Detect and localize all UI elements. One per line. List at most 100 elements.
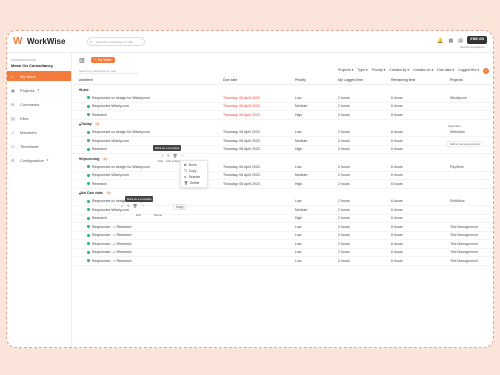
workitem-cell[interactable]: Responsive --> Research bbox=[73, 250, 223, 254]
status-dot-icon bbox=[87, 173, 90, 177]
sidebar-item-label: Comments bbox=[20, 101, 40, 107]
sidebar-item-timesheet[interactable]: ◷ Timesheet bbox=[7, 141, 71, 151]
workitem-cell[interactable]: Responsive ux design for Wisely.com bbox=[73, 96, 223, 100]
table-row[interactable]: Responsive --> Research Low 2 hours 6 hours… bbox=[73, 257, 493, 266]
board-icon[interactable]: ▥ bbox=[79, 57, 85, 64]
workitem-cell[interactable]: Research bbox=[73, 216, 223, 220]
table-row[interactable]: Responsive --> Research Low 2 hours 6 hours… bbox=[73, 240, 493, 249]
calendar-icon[interactable]: ▤ bbox=[458, 38, 463, 44]
workitem-cell[interactable]: Responsive Wisely.com bbox=[73, 208, 223, 212]
filter-due-date[interactable]: Due date ▾ bbox=[437, 68, 454, 74]
workitem-title: Responsive Wisely.com bbox=[92, 138, 129, 143]
filter-created-on[interactable]: Created on ▾ bbox=[413, 68, 433, 74]
col-due-date[interactable]: Due date bbox=[223, 78, 295, 82]
table-row[interactable]: Research Thursday, 06 April 2023 High 2 hou… bbox=[73, 146, 493, 154]
remaining-time-cell: 6 hours bbox=[391, 95, 403, 100]
group-name: Late bbox=[80, 87, 89, 92]
copy-button[interactable]: Copy bbox=[173, 204, 187, 210]
global-search-input[interactable]: ⌕ Search by workwise id / title bbox=[87, 37, 145, 46]
add-column-icon[interactable]: + bbox=[483, 68, 489, 74]
sidebar-item-my-work[interactable]: ⌂ My Work bbox=[7, 71, 71, 81]
sidebar-item-label: My Work bbox=[20, 73, 36, 79]
grid-apps-icon[interactable]: ▦ bbox=[449, 38, 454, 44]
remaining-time-cell: 6 hours bbox=[391, 181, 403, 186]
workitem-cell[interactable]: Responsive ux design for Wisely.com bbox=[73, 130, 223, 134]
workitem-cell[interactable]: Responsive --> Research bbox=[73, 225, 223, 229]
logged-time-cell: 2 hours bbox=[338, 181, 350, 186]
remaining-time-cell: 6 hours bbox=[391, 224, 403, 229]
context-menu: ⇄ Move ❐ Copy ⇅ Reorder 🗑 Delete bbox=[180, 160, 208, 188]
workitem-cell[interactable]: Research bbox=[73, 113, 223, 117]
col-remaining[interactable]: Remaining time bbox=[391, 78, 450, 82]
workitem-cell[interactable]: Research bbox=[73, 147, 223, 151]
workitem-cell[interactable]: Responsive Wisely.com bbox=[73, 104, 223, 108]
filter-search-input[interactable]: Search by workwise id / title bbox=[79, 69, 139, 74]
logged-time-cell: 2 hours bbox=[338, 207, 350, 212]
col-projects[interactable]: Projects bbox=[450, 78, 490, 82]
table-row[interactable]: Responsive ux design for Wisely.com Thurs… bbox=[73, 129, 493, 137]
remaining-time-cell: 6 hours bbox=[391, 173, 403, 178]
filter-priority[interactable]: Priority ▾ bbox=[372, 68, 386, 74]
row-action-icons-2: ✓ ✎ 🗑 ⋯ bbox=[121, 204, 144, 208]
trash-icon[interactable]: 🗑 bbox=[173, 154, 177, 158]
filter-logged-hrs[interactable]: Logged Hrs ▾ bbox=[458, 68, 479, 74]
remaining-time-cell: 6 hours bbox=[391, 258, 403, 263]
priority-cell: High bbox=[295, 216, 303, 221]
table-row[interactable]: Responsive Wisely.com Thursday, 06 April … bbox=[73, 172, 493, 180]
col-priority[interactable]: Priority bbox=[295, 78, 338, 82]
check-icon[interactable]: ✓ bbox=[121, 204, 124, 208]
filter-created-by[interactable]: Created by ▾ bbox=[389, 68, 409, 74]
edit-icon[interactable]: ✎ bbox=[167, 154, 170, 158]
bell-icon[interactable]: 🔔 bbox=[437, 38, 443, 44]
home-icon: ⌂ bbox=[11, 73, 14, 79]
sidebar-item-label: Projects bbox=[20, 87, 35, 93]
table-row[interactable]: Research Thursday, 06 April 2023 High 2 hou… bbox=[73, 180, 493, 189]
sidebar-item-projects[interactable]: ▣ Projects ▾ bbox=[7, 85, 71, 95]
workitem-title: Responsive ux design for Wisely.com bbox=[92, 95, 150, 100]
check-icon[interactable]: ✓ bbox=[161, 154, 164, 158]
filter-type[interactable]: Type ▾ bbox=[357, 68, 367, 74]
menu-item-delete[interactable]: 🗑 Delete bbox=[181, 180, 207, 186]
table-row[interactable]: Responsive --> Research Low 2 hours 6 hours… bbox=[73, 249, 493, 257]
sidebar-item-configuration[interactable]: ⚙ Configuration ▾ bbox=[7, 155, 71, 165]
workitem-cell[interactable]: Responsive --> Research bbox=[73, 242, 223, 246]
table-row[interactable]: Responsive ux design for Wisely.com Thurs… bbox=[73, 163, 493, 172]
table-row[interactable]: Responsive ux design for Wisely.com Thurs… bbox=[73, 94, 493, 103]
table-row[interactable]: Responsive Wisely.com Thursday, 06 April … bbox=[73, 137, 493, 146]
sidebar-item-comments[interactable]: ✉ Comments bbox=[7, 99, 71, 109]
priority-cell: Low bbox=[295, 250, 302, 255]
user-badge[interactable]: ENB ON bbox=[467, 36, 487, 44]
logged-time-cell: 2 hours bbox=[338, 224, 350, 229]
group-header[interactable]: ▾ Late bbox=[73, 85, 493, 94]
logo[interactable]: W WorkWise bbox=[13, 36, 75, 47]
more-icon[interactable]: ⋯ bbox=[180, 154, 184, 158]
trash-icon[interactable]: 🗑 bbox=[133, 204, 137, 208]
chevron-down-icon: ▾ bbox=[350, 68, 354, 72]
workitem-cell[interactable]: Responsive --> Research bbox=[73, 233, 223, 237]
my-work-button[interactable]: + My Work bbox=[90, 57, 116, 63]
table-row[interactable]: Responsive --> Research Low 2 hours 6 hours… bbox=[73, 223, 493, 232]
sidebar-item-members[interactable]: ☺ Members bbox=[7, 127, 71, 137]
group-header[interactable]: ▾ Upcoming 18 bbox=[73, 154, 493, 163]
workitem-title: Responsive Wisely.com bbox=[92, 104, 129, 109]
filter-projects[interactable]: Projects ▾ bbox=[338, 68, 353, 74]
group-header[interactable]: ▾ Today 18 bbox=[73, 120, 493, 129]
col-workitem[interactable]: workitem bbox=[73, 78, 223, 82]
more-icon[interactable]: ⋯ bbox=[140, 204, 144, 208]
due-date-cell: Thursday, 06 April 2023 bbox=[223, 104, 260, 109]
sidebar-item-files[interactable]: ▤ Files bbox=[7, 113, 71, 123]
priority-cell: Medium bbox=[295, 138, 308, 143]
table-row[interactable]: Responsive Wisely.com Thursday, 06 April … bbox=[73, 103, 493, 111]
workitem-title: Responsive ux design for Wisely.com bbox=[92, 164, 150, 169]
edit-icon[interactable]: ✎ bbox=[127, 204, 130, 208]
workitem-cell[interactable]: Responsive Wisely.com bbox=[73, 139, 223, 143]
project-cell: WebAtlas bbox=[450, 130, 465, 135]
clock-icon: ◷ bbox=[11, 143, 15, 149]
mark-complete-tooltip: Mark as a complete bbox=[153, 145, 182, 151]
workitem-cell[interactable]: Responsive --> Research bbox=[73, 259, 223, 263]
table-row[interactable]: Research Thursday, 06 April 2023 High 2 hou… bbox=[73, 111, 493, 120]
table-row[interactable]: Responsive --> Research Low 2 hours 6 hours… bbox=[73, 232, 493, 240]
col-logged[interactable]: My Logged time bbox=[338, 78, 391, 82]
org-name[interactable]: Mean On Consultancy bbox=[11, 63, 71, 68]
logged-time-cell: 2 hours bbox=[338, 138, 350, 143]
